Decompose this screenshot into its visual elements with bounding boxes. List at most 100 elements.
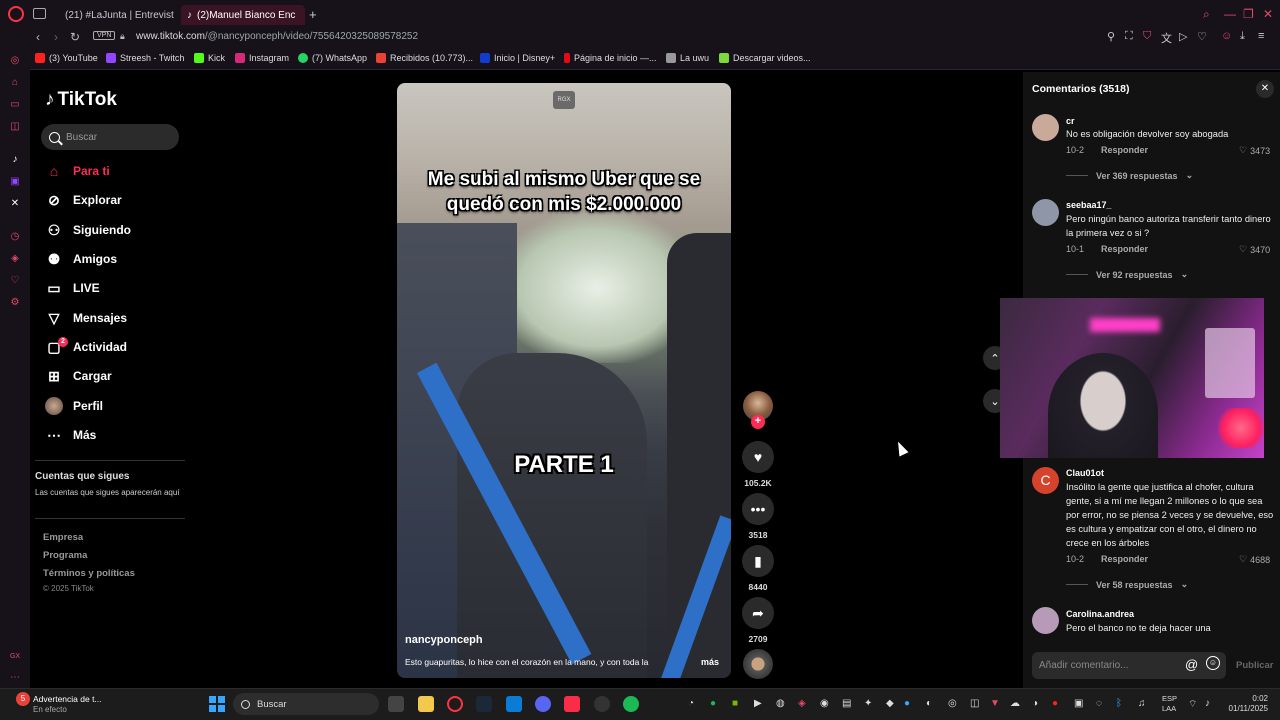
nvidia-icon[interactable]: ■: [732, 698, 738, 709]
more-dots-icon[interactable]: ⋯: [9, 672, 21, 684]
clock-date[interactable]: 01/11/2025: [1224, 704, 1268, 713]
lock-icon[interactable]: 🔒︎: [120, 31, 125, 42]
video-username[interactable]: nancyponceph: [405, 634, 483, 646]
save-button[interactable]: ▮: [742, 545, 774, 577]
bookmark-gmail[interactable]: Recibidos (10.773)...: [376, 53, 473, 63]
windows-start-icon[interactable]: [209, 696, 225, 712]
close-window-icon[interactable]: ✕: [1263, 7, 1273, 21]
language-region[interactable]: LAA: [1162, 704, 1176, 713]
shield-icon[interactable]: ⛉: [1143, 30, 1151, 43]
warning-title[interactable]: Advertencia de t...: [33, 694, 102, 704]
bookmark-disney[interactable]: Inicio | Disney+: [480, 53, 555, 63]
wifi-icon[interactable]: ⌔: [1188, 698, 1197, 711]
like-button[interactable]: ♥: [742, 441, 774, 473]
gx-icon[interactable]: GX: [9, 651, 21, 663]
reply-button[interactable]: Responder: [1101, 554, 1148, 564]
comment-button[interactable]: •••: [742, 493, 774, 525]
comment-like[interactable]: ♡ 4688: [1239, 554, 1270, 565]
maximize-icon[interactable]: ❐: [1243, 7, 1254, 21]
search-tabs-icon[interactable]: ⌕: [1203, 7, 1210, 22]
url-field[interactable]: www.tiktok.com/@nancyponceph/video/75564…: [136, 31, 418, 42]
opera-taskbar-icon[interactable]: [447, 696, 463, 712]
comment-user[interactable]: cr: [1066, 116, 1075, 126]
volume-icon[interactable]: ♪: [1205, 698, 1210, 709]
bluetooth-icon[interactable]: ᛒ: [1116, 698, 1122, 709]
tray-icon[interactable]: ◌: [1096, 698, 1102, 709]
reply-button[interactable]: Responder: [1101, 145, 1148, 155]
nav-explorar[interactable]: ⊘ Explorar: [45, 189, 122, 211]
translate-icon[interactable]: 文: [1161, 30, 1172, 46]
bookmark-whatsapp[interactable]: (7) WhatsApp: [298, 53, 367, 63]
discord-icon[interactable]: [535, 696, 551, 712]
tray-icon[interactable]: ◆: [886, 698, 894, 709]
snapshot-icon[interactable]: ⛶: [1125, 30, 1133, 43]
account-icon[interactable]: ☺: [1221, 30, 1232, 42]
tiktok-logo[interactable]: ♪ TikTok: [45, 89, 117, 111]
store-icon[interactable]: [506, 696, 522, 712]
tray-icon[interactable]: ●: [1052, 698, 1058, 709]
reload-icon[interactable]: ↻: [70, 30, 80, 44]
bookmark-twitch[interactable]: Streesh - Twitch: [106, 53, 184, 63]
nav-perfil[interactable]: Perfil: [45, 395, 103, 417]
extensions-icon[interactable]: ◈: [9, 253, 21, 265]
close-icon[interactable]: ✕: [1256, 80, 1274, 98]
language-code[interactable]: ESP: [1162, 694, 1177, 703]
music-icon[interactable]: ◫: [9, 121, 21, 133]
comment-like[interactable]: ♡ 3470: [1239, 244, 1270, 255]
more-button[interactable]: más: [701, 657, 719, 667]
tray-icon[interactable]: ▣: [1074, 698, 1083, 709]
download-icon[interactable]: ⤓: [1240, 30, 1245, 43]
nav-actividad[interactable]: ▢ 2 Actividad: [45, 336, 127, 358]
bookmarks-side-icon[interactable]: ♡: [9, 275, 21, 287]
follow-button[interactable]: +: [751, 415, 765, 429]
avatar[interactable]: [1032, 607, 1059, 634]
avatar[interactable]: [1032, 199, 1059, 226]
music-app-icon[interactable]: [564, 696, 580, 712]
heart-icon[interactable]: ♡: [1197, 30, 1207, 43]
tray-icon[interactable]: ◑: [1032, 698, 1038, 709]
forward-icon[interactable]: ›: [54, 30, 58, 44]
search-input[interactable]: [66, 131, 166, 143]
footer-empresa[interactable]: Empresa: [43, 532, 83, 543]
view-replies-button[interactable]: Ver 58 respuestas ⌄: [1066, 579, 1188, 590]
footer-programa[interactable]: Programa: [43, 550, 87, 561]
search-box[interactable]: [41, 124, 179, 150]
publish-button[interactable]: Publicar: [1236, 660, 1274, 671]
tray-icon[interactable]: ▶: [754, 698, 762, 709]
twitch-side-icon[interactable]: ▣: [9, 176, 21, 188]
tray-icon[interactable]: ●: [904, 698, 910, 709]
tray-icon[interactable]: ◍: [776, 698, 785, 709]
aria-icon[interactable]: ⌂: [9, 77, 21, 89]
steam-tray-icon[interactable]: ◎: [948, 698, 957, 709]
tray-icon[interactable]: ▤: [842, 698, 851, 709]
video-player[interactable]: RGX Me subi al mismo Uber que se quedó c…: [397, 83, 731, 678]
comment-user[interactable]: Clau01ot: [1066, 468, 1104, 478]
nav-mas[interactable]: ⋯ Más: [45, 424, 96, 446]
avatar[interactable]: C: [1032, 467, 1059, 494]
music-disc[interactable]: [743, 649, 773, 679]
nav-cargar[interactable]: ⊞ Cargar: [45, 365, 112, 387]
spotify-icon[interactable]: [623, 696, 639, 712]
warning-badge[interactable]: 5: [16, 692, 30, 706]
comment-like[interactable]: ♡ 3473: [1239, 145, 1270, 156]
comment-user[interactable]: Carolina.andrea: [1066, 609, 1134, 619]
nav-para-ti[interactable]: ⌂ Para ti: [45, 160, 110, 182]
avatar[interactable]: [1032, 114, 1059, 141]
tray-icon[interactable]: ◉: [820, 698, 829, 709]
obs-icon[interactable]: [594, 696, 610, 712]
microphone-icon[interactable]: ♫: [1138, 698, 1146, 709]
share-button[interactable]: ➦: [742, 597, 774, 629]
comment-user[interactable]: seebaa17_: [1066, 200, 1112, 210]
tray-icon[interactable]: ◫: [970, 698, 979, 709]
file-explorer-icon[interactable]: [418, 696, 434, 712]
back-icon[interactable]: ‹: [36, 30, 40, 44]
tray-icon[interactable]: ◔: [688, 698, 694, 709]
tray-icon[interactable]: ●: [710, 698, 716, 709]
settings-icon[interactable]: ⚙: [9, 297, 21, 309]
menu-icon[interactable]: ≡: [1258, 30, 1264, 42]
tray-icon[interactable]: ▼: [990, 698, 1000, 709]
bookmark-kick[interactable]: Kick: [194, 53, 225, 63]
cloud-icon[interactable]: ☁: [1010, 698, 1020, 709]
workspaces-icon[interactable]: [33, 8, 46, 19]
nav-amigos[interactable]: ⚉ Amigos: [45, 248, 117, 270]
